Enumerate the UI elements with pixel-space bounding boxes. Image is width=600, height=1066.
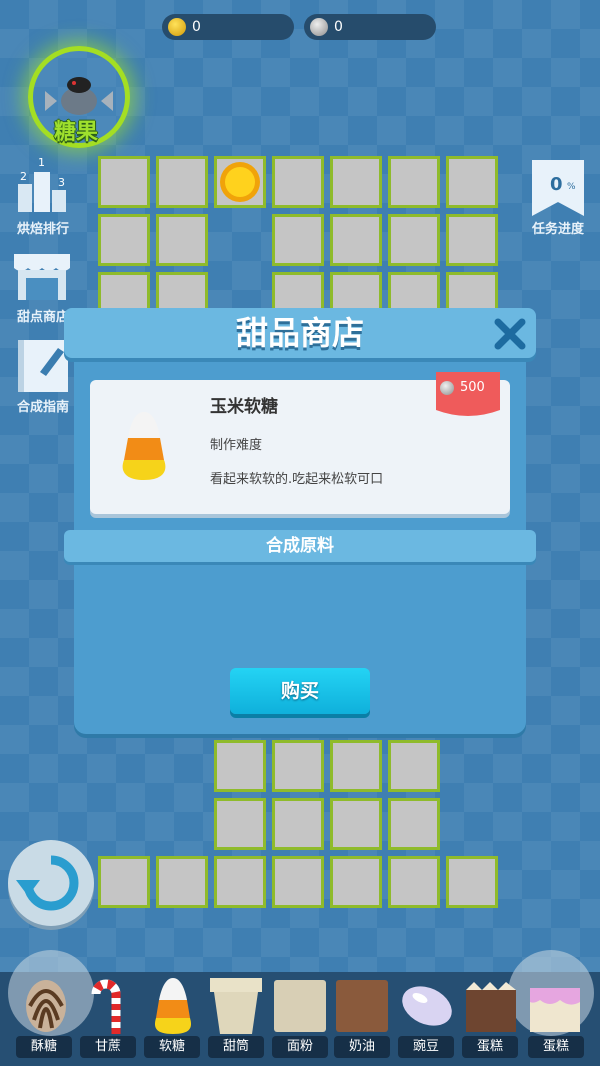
bean-icon xyxy=(402,986,452,1026)
grid-cell[interactable] xyxy=(214,740,266,792)
slot-label[interactable]: 酥糖 xyxy=(16,1036,72,1058)
candy-corn-icon xyxy=(122,412,166,480)
slot-label[interactable]: 豌豆 xyxy=(398,1036,454,1058)
grid-cell[interactable] xyxy=(388,856,440,908)
shop-modal-header: 甜品商店 xyxy=(64,308,536,358)
grid-cell[interactable] xyxy=(330,740,382,792)
silver-coin-icon xyxy=(440,381,454,395)
grid-cell[interactable] xyxy=(98,856,150,908)
grid-cell[interactable] xyxy=(330,156,382,208)
grid-cell[interactable] xyxy=(446,214,498,266)
grid-cell[interactable] xyxy=(214,798,266,850)
grid-cell[interactable] xyxy=(272,798,324,850)
rank-1-label: 1 xyxy=(38,156,45,169)
silver-coin-counter: 0 xyxy=(304,14,436,40)
candy-corn-icon xyxy=(154,978,192,1034)
task-progress-label: 任务进度 xyxy=(531,222,584,237)
guide-label: 合成指南 xyxy=(16,400,69,415)
silver-coin-value: 0 xyxy=(334,19,343,35)
grid-cell[interactable] xyxy=(156,214,208,266)
item-description: 看起来软软的.吃起来松软可口 xyxy=(210,472,384,487)
close-icon xyxy=(494,318,526,350)
grid-cell[interactable] xyxy=(156,856,208,908)
rank-3-label: 3 xyxy=(58,176,65,189)
slot-label[interactable]: 蛋糕 xyxy=(528,1036,584,1058)
grid-cell[interactable] xyxy=(388,798,440,850)
shop-icon xyxy=(14,254,70,300)
rank-2-label: 2 xyxy=(20,170,27,183)
grid-cell[interactable] xyxy=(388,156,440,208)
refresh-icon xyxy=(16,855,79,911)
pink-cake-icon xyxy=(530,988,580,1032)
grid-cell[interactable] xyxy=(214,156,266,208)
grid-cell[interactable] xyxy=(272,214,324,266)
grid-cell[interactable] xyxy=(98,214,150,266)
shop-modal-title: 甜品商店 xyxy=(235,314,364,352)
grid-cell[interactable] xyxy=(330,214,382,266)
refresh-button[interactable] xyxy=(8,840,94,926)
gold-coin-counter: 0 xyxy=(162,14,294,40)
item-price: 500 xyxy=(460,380,485,395)
grid-cell[interactable] xyxy=(272,856,324,908)
grid-cell[interactable] xyxy=(388,740,440,792)
slot-label[interactable]: 甜筒 xyxy=(208,1036,264,1058)
close-button[interactable] xyxy=(490,314,530,354)
task-progress-button[interactable]: 0 % xyxy=(530,160,586,218)
slot-label[interactable]: 软糖 xyxy=(144,1036,200,1058)
grid-cell[interactable] xyxy=(446,856,498,908)
grid-cell[interactable] xyxy=(330,798,382,850)
item-name: 玉米软糖 xyxy=(210,397,278,417)
gold-coin-icon xyxy=(168,18,186,36)
candy-corn-image xyxy=(112,408,176,484)
cone-icon xyxy=(210,978,262,1034)
grid-cell[interactable] xyxy=(272,740,324,792)
flour-icon xyxy=(274,980,326,1032)
grid-cell[interactable] xyxy=(330,856,382,908)
candy-label: 糖果 xyxy=(53,120,98,145)
buy-button[interactable]: 购买 xyxy=(230,668,370,714)
candy-cane-icon xyxy=(91,979,121,1034)
slot-label[interactable]: 蛋糕 xyxy=(462,1036,518,1058)
ranking-button[interactable]: 1 2 3 xyxy=(14,156,72,216)
cake-icon xyxy=(466,982,516,1032)
ingredients-section-label: 合成原料 xyxy=(266,536,334,556)
slot-label[interactable]: 甘蔗 xyxy=(80,1036,136,1058)
slot-label[interactable]: 面粉 xyxy=(272,1036,328,1058)
ingredients-section-header: 合成原料 xyxy=(64,530,536,562)
grid-cell[interactable] xyxy=(214,856,266,908)
task-progress-unit: % xyxy=(567,182,576,192)
shop-button[interactable] xyxy=(12,246,72,304)
gold-coin-icon xyxy=(220,162,260,202)
grid-cell[interactable] xyxy=(272,156,324,208)
cream-icon xyxy=(336,980,388,1032)
silver-coin-icon xyxy=(310,18,328,36)
slot-label[interactable]: 奶油 xyxy=(334,1036,390,1058)
grid-cell[interactable] xyxy=(156,156,208,208)
task-progress-value: 0 xyxy=(550,174,563,195)
gold-coin-value: 0 xyxy=(192,19,201,35)
ranking-label: 烘焙排行 xyxy=(16,222,69,237)
grid-cell[interactable] xyxy=(98,156,150,208)
item-difficulty-label: 制作难度 xyxy=(210,438,263,453)
striped-candy-icon xyxy=(26,980,66,1032)
grid-cell[interactable] xyxy=(446,156,498,208)
grid-cell[interactable] xyxy=(388,214,440,266)
